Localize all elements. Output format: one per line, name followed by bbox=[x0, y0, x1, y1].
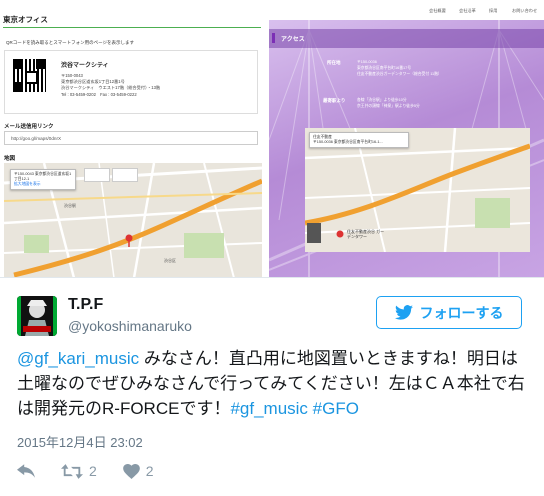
office-card: 渋谷マークシティ 〒150-0043 東京都渋谷区道玄坂1丁目12番1号 渋谷マ… bbox=[4, 50, 258, 114]
like-icon bbox=[122, 463, 140, 479]
access-title: アクセス bbox=[281, 37, 305, 43]
station-key: 最寄駅より bbox=[323, 98, 346, 103]
office-map[interactable]: 〒150-0043 東京都渋谷区道玄坂1丁目12-1 拡大地図を表示 渋谷駅 渋… bbox=[4, 163, 262, 277]
user-handle[interactable]: @yokoshimanaruko bbox=[68, 318, 192, 334]
office-name: 渋谷マークシティ bbox=[61, 63, 109, 69]
qr-code-icon bbox=[13, 59, 46, 92]
office-title: 東京オフィス bbox=[3, 15, 48, 24]
mail-url-field[interactable]: http://goo.gl/maps/0dnrX bbox=[4, 131, 258, 145]
tweet-timestamp[interactable]: 2015年12月4日 23:02 bbox=[17, 432, 143, 451]
map-save-button[interactable] bbox=[112, 168, 138, 182]
office-address: 〒150-0043 東京都渋谷区道玄坂1丁目12番1号 渋谷マークシティ ウエス… bbox=[61, 73, 161, 97]
map-directions-button[interactable] bbox=[84, 168, 110, 182]
station-value: 各線「渋谷駅」より徒歩10分 京王井の頭線「神泉」駅より徒歩5分 bbox=[357, 98, 420, 108]
rforce-map[interactable]: 住友不動産 〒150-0036 東京都渋谷区南平台町16-1... 住友不動産渋… bbox=[305, 128, 530, 252]
map-label: 地図 bbox=[4, 156, 16, 162]
access-marker bbox=[272, 33, 275, 43]
hashtag-link[interactable]: #gf_music bbox=[230, 399, 307, 418]
retweet-icon bbox=[61, 463, 83, 479]
nav-contact[interactable]: お問い合わせ bbox=[512, 8, 537, 14]
tweet-text: @gf_kari_music みなさん！直凸用に地図置いときますね！明日は土曜な… bbox=[17, 346, 527, 421]
tweet-actions: 2 2 bbox=[17, 460, 180, 482]
twitter-bird-icon bbox=[394, 305, 413, 320]
display-name[interactable]: T.P.F bbox=[68, 296, 103, 314]
hashtag-link[interactable]: #GFO bbox=[313, 399, 359, 418]
like-button[interactable]: 2 bbox=[122, 463, 154, 479]
mention-link[interactable]: @gf_kari_music bbox=[17, 349, 139, 368]
follow-label: フォローする bbox=[419, 304, 504, 321]
title-rule bbox=[3, 27, 261, 28]
qr-note: QRコードを読み取るとスマートフォン用のページを表示します bbox=[6, 40, 135, 45]
map-pin-label: 住友不動産渋谷 ガーデンタワー bbox=[347, 229, 385, 239]
location-value: 〒150-0036 東京都渋谷区南平台町16番17号 住友不動産渋谷ガーデンタワ… bbox=[357, 60, 442, 76]
avatar[interactable] bbox=[17, 296, 57, 336]
like-count: 2 bbox=[145, 463, 154, 479]
reply-icon bbox=[17, 463, 35, 478]
retweet-button[interactable]: 2 bbox=[61, 463, 97, 479]
map-info-box: 住友不動産 〒150-0036 東京都渋谷区南平台町16-1... bbox=[309, 132, 409, 148]
site-header: 会社概要 会社沿革 採用 お問い合わせ bbox=[269, 0, 544, 20]
reply-button[interactable] bbox=[17, 463, 35, 479]
mail-link-label: メール送信用リンク bbox=[4, 124, 54, 130]
nav-history[interactable]: 会社沿革 bbox=[459, 8, 476, 14]
follow-button[interactable]: フォローする bbox=[376, 296, 522, 329]
nav-recruit[interactable]: 採用 bbox=[489, 8, 497, 14]
access-bar bbox=[269, 29, 544, 48]
nav-company[interactable]: 会社概要 bbox=[429, 8, 446, 14]
map-place-label: 渋谷駅 bbox=[64, 203, 76, 208]
retweet-count: 2 bbox=[89, 463, 97, 479]
map-place-label: 渋谷区 bbox=[164, 258, 176, 263]
tweet-attached-image[interactable]: 東京オフィス QRコードを読み取るとスマートフォン用のページを表示します 渋谷マ… bbox=[0, 0, 544, 278]
map-info-box: 〒150-0043 東京都渋谷区道玄坂1丁目12-1 拡大地図を表示 bbox=[10, 169, 76, 190]
location-key: 所在地 bbox=[327, 60, 341, 65]
